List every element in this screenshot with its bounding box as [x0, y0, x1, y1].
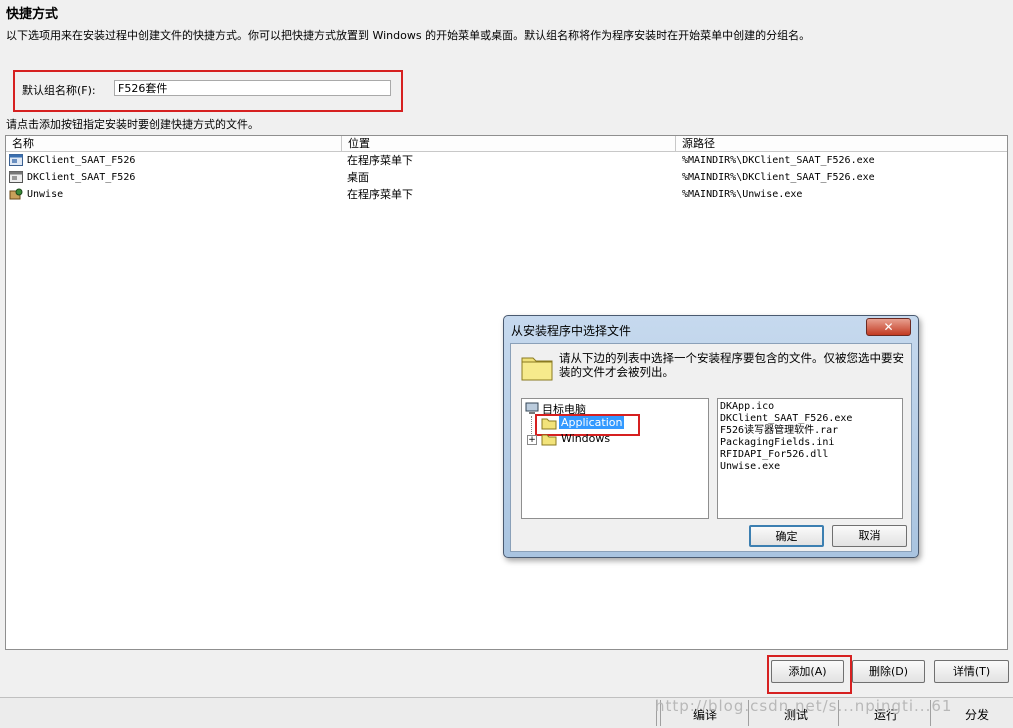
row-name: DKClient_SAAT_F526: [27, 155, 136, 166]
instruction-text: 请点击添加按钮指定安装时要创建快捷方式的文件。: [6, 118, 259, 131]
row-location: 桌面: [347, 171, 369, 184]
row-path: %MAINDIR%\DKClient_SAAT_F526.exe: [682, 172, 875, 183]
file-list[interactable]: DKApp.ico DKClient_SAAT_F526.exe F526读写器…: [717, 398, 903, 519]
table-row[interactable]: Unwise 在程序菜单下 %MAINDIR%\Unwise.exe: [6, 186, 1007, 203]
details-button[interactable]: 详情(T): [934, 660, 1009, 683]
dialog-body: 请从下边的列表中选择一个安装程序要包含的文件。仅被您选中要安装的文件才会被列出。…: [510, 343, 912, 552]
file-item[interactable]: F526读写器管理软件.rar: [720, 425, 900, 437]
page-description: 以下选项用来在安装过程中创建文件的快捷方式。你可以把快捷方式放置到 Window…: [6, 29, 811, 42]
row-path: %MAINDIR%\DKClient_SAAT_F526.exe: [682, 155, 875, 166]
open-folder-icon: [541, 418, 557, 430]
expand-icon[interactable]: +: [527, 435, 537, 445]
folder-tree[interactable]: 目标电脑 Application + Windows: [521, 398, 709, 519]
page-title: 快捷方式: [6, 7, 59, 22]
column-header-path[interactable]: 源路径: [676, 136, 1007, 152]
ok-button[interactable]: 确定: [749, 525, 824, 547]
distribute-button[interactable]: 分发: [965, 706, 989, 723]
file-item[interactable]: DKClient_SAAT_F526.exe: [720, 413, 900, 425]
app-window-icon: [9, 154, 23, 166]
row-name: Unwise: [27, 189, 64, 200]
tree-item-windows[interactable]: Windows: [561, 432, 610, 445]
group-name-input[interactable]: F526套件: [114, 80, 391, 96]
delete-button[interactable]: 删除(D): [852, 660, 925, 683]
column-header-name[interactable]: 名称: [6, 136, 342, 152]
table-row[interactable]: DKClient_SAAT_F526 桌面 %MAINDIR%\DKClient…: [6, 169, 1007, 186]
table-row[interactable]: DKClient_SAAT_F526 在程序菜单下 %MAINDIR%\DKCl…: [6, 152, 1007, 169]
close-icon[interactable]: ✕: [866, 318, 911, 336]
cancel-button[interactable]: 取消: [832, 525, 907, 547]
dialog-message: 请从下边的列表中选择一个安装程序要包含的文件。仅被您选中要安装的文件才会被列出。: [559, 351, 904, 379]
file-item[interactable]: Unwise.exe: [720, 461, 900, 473]
file-item[interactable]: RFIDAPI_For526.dll: [720, 449, 900, 461]
row-path: %MAINDIR%\Unwise.exe: [682, 189, 803, 200]
row-location: 在程序菜单下: [347, 188, 413, 201]
column-header-location[interactable]: 位置: [342, 136, 676, 152]
add-button[interactable]: 添加(A): [771, 660, 844, 683]
folder-icon: [541, 434, 557, 446]
row-location: 在程序菜单下: [347, 154, 413, 167]
group-name-label: 默认组名称(F):: [22, 84, 96, 97]
tree-item-application[interactable]: Application: [559, 416, 625, 429]
watermark: http://blog.csdn.net/s...npingti...61: [655, 697, 953, 715]
app-window-icon: [9, 171, 23, 183]
file-item[interactable]: PackagingFields.ini: [720, 437, 900, 449]
file-item[interactable]: DKApp.ico: [720, 401, 900, 413]
row-name: DKClient_SAAT_F526: [27, 172, 136, 183]
dialog-title: 从安装程序中选择文件: [511, 324, 632, 338]
folder-icon: [521, 357, 553, 381]
uninstall-icon: [9, 188, 23, 200]
select-file-dialog: 从安装程序中选择文件 ✕ 请从下边的列表中选择一个安装程序要包含的文件。仅被您选…: [503, 315, 919, 558]
